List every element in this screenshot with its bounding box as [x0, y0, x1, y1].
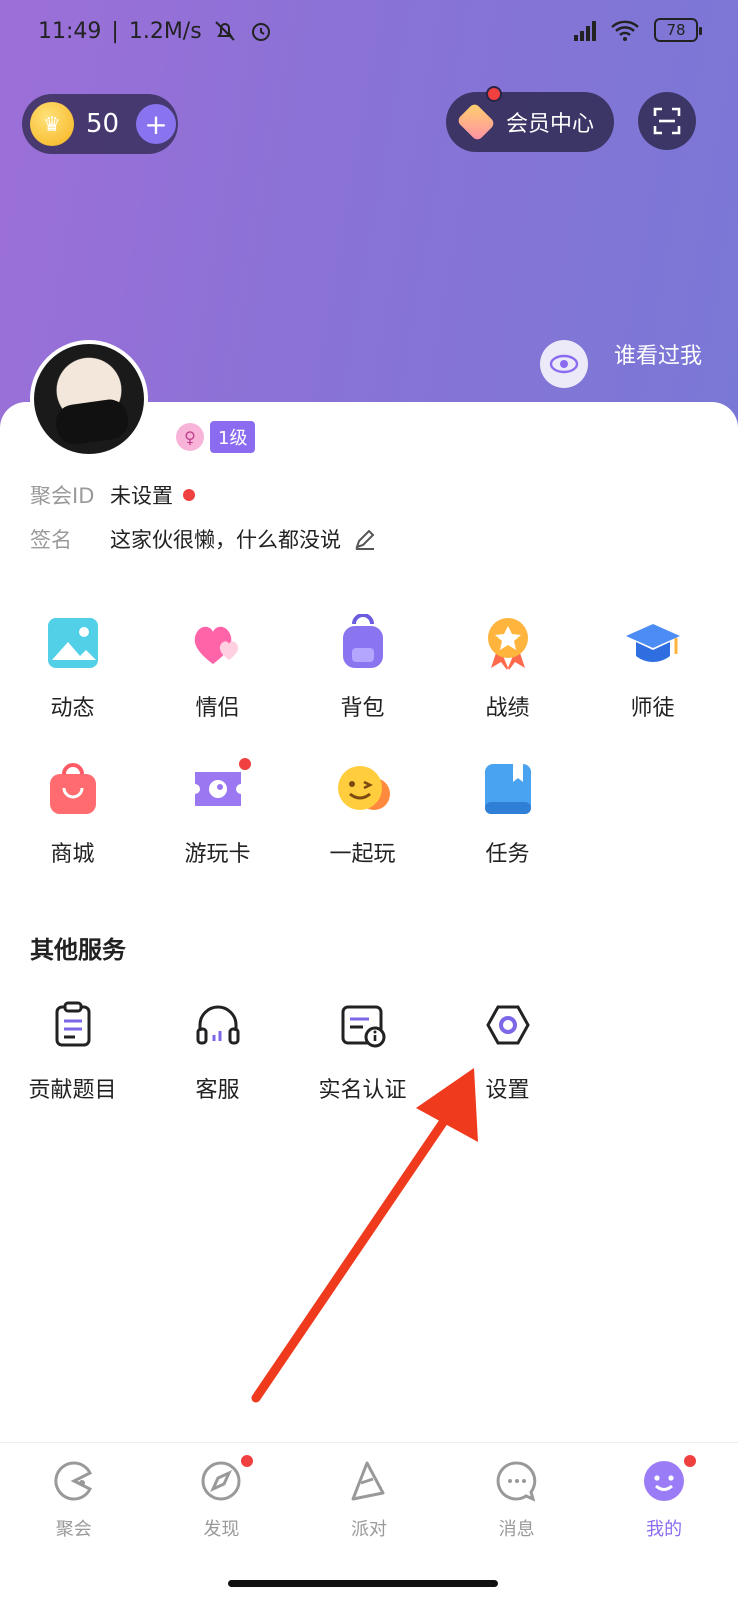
- me-notification-dot: [682, 1453, 699, 1469]
- chat-bubble-icon: [493, 1457, 541, 1505]
- avatar-image: [34, 344, 144, 454]
- gender-female-icon: ♀: [176, 423, 204, 451]
- feature-couple[interactable]: 情侣: [145, 614, 290, 722]
- bottom-nav: 聚会 发现 派对 消息 我的: [0, 1442, 738, 1600]
- level-badge: 1级: [210, 421, 256, 453]
- vip-heart-icon: [456, 102, 496, 142]
- service-real-name-verification[interactable]: 实名认证: [290, 996, 435, 1104]
- headset-icon: [189, 996, 247, 1054]
- feature-label: 动态: [50, 696, 95, 721]
- feature-label: 商城: [50, 842, 95, 867]
- vip-center-label: 会员中心: [506, 112, 595, 137]
- backpack-icon: [334, 614, 392, 672]
- service-contribute-question[interactable]: 贡献题目: [0, 996, 145, 1104]
- vip-notification-dot: [486, 86, 502, 102]
- id-row[interactable]: 聚会ID 未设置: [30, 480, 195, 510]
- feature-mentor[interactable]: 师徒: [580, 614, 725, 722]
- nav-discover[interactable]: 发现: [148, 1443, 296, 1600]
- coin-balance[interactable]: ♛ 50 +: [22, 94, 178, 154]
- feature-grid-row-2: 商城 游玩卡 一起玩 任务: [0, 756, 738, 868]
- service-customer-support[interactable]: 客服: [145, 996, 290, 1104]
- clipboard-icon: [44, 996, 102, 1054]
- service-label: 客服: [195, 1078, 240, 1103]
- feature-label: 情侣: [195, 696, 240, 721]
- ticket-icon: [189, 756, 253, 818]
- nav-label: 聚会: [55, 1519, 92, 1540]
- hd-signal-icon: [574, 19, 596, 41]
- add-coins-button[interactable]: +: [136, 104, 176, 144]
- shopping-bag-icon: [44, 760, 102, 818]
- discover-notification-dot: [239, 1453, 256, 1469]
- feature-grid-row-1: 动态 情侣 背包 战绩 师徒: [0, 614, 738, 722]
- nav-label: 派对: [350, 1519, 387, 1540]
- wifi-icon: [611, 20, 639, 41]
- feature-label: 战绩: [485, 696, 530, 721]
- mute-bell-icon: [214, 21, 235, 41]
- coin-count: 50: [86, 109, 120, 139]
- id-key: 聚会ID: [30, 484, 95, 508]
- feature-label: 师徒: [630, 696, 675, 721]
- nav-party-home[interactable]: 聚会: [0, 1443, 148, 1600]
- status-divider: |: [111, 18, 119, 44]
- edit-pencil-icon[interactable]: [353, 527, 377, 551]
- feature-tasks[interactable]: 任务: [435, 760, 580, 868]
- visitor-label[interactable]: 谁看过我: [614, 338, 702, 370]
- pacman-icon: [50, 1457, 98, 1505]
- other-services-grid: 贡献题目 客服 实名认证 设置: [0, 996, 738, 1104]
- nav-messages[interactable]: 消息: [443, 1443, 591, 1600]
- visitor-eye-button[interactable]: [540, 340, 588, 388]
- party-hat-icon: [345, 1457, 393, 1505]
- eye-icon: [549, 354, 579, 374]
- feature-label: 一起玩: [329, 842, 396, 867]
- scan-icon: [653, 107, 681, 135]
- service-label: 实名认证: [318, 1078, 407, 1103]
- feature-store[interactable]: 商城: [0, 760, 145, 868]
- nav-label: 发现: [203, 1519, 240, 1540]
- nav-label: 我的: [646, 1519, 683, 1540]
- level-badge-group: ♀ 1级: [176, 421, 256, 453]
- nav-party[interactable]: 派对: [295, 1443, 443, 1600]
- alarm-icon: [251, 23, 270, 41]
- play-card-notification-dot: [236, 756, 253, 772]
- service-label: 设置: [485, 1078, 530, 1103]
- feature-dynamic[interactable]: 动态: [0, 614, 145, 722]
- status-time: 11:49: [38, 18, 102, 44]
- me-face-icon: [640, 1453, 699, 1505]
- other-services-title: 其他服务: [30, 936, 126, 964]
- status-speed: 1.2M/s: [128, 18, 202, 44]
- nav-me[interactable]: 我的: [590, 1443, 738, 1600]
- id-value: 未设置: [110, 484, 173, 508]
- signature-key: 签名: [30, 528, 72, 552]
- signature-value: 这家伙很懒，什么都没说: [110, 528, 341, 552]
- signature-row[interactable]: 签名 这家伙很懒，什么都没说: [30, 524, 377, 554]
- feature-label: 游玩卡: [184, 842, 251, 867]
- scan-button[interactable]: [638, 92, 696, 150]
- id-card-icon: [334, 996, 392, 1054]
- avatar[interactable]: [30, 340, 148, 458]
- photo-icon: [44, 614, 102, 672]
- home-indicator[interactable]: [228, 1580, 498, 1587]
- feature-backpack[interactable]: 背包: [290, 614, 435, 722]
- feature-record[interactable]: 战绩: [435, 614, 580, 722]
- hearts-icon: [189, 614, 247, 672]
- service-settings[interactable]: 设置: [435, 996, 580, 1104]
- settings-hexagon-icon: [479, 996, 537, 1054]
- service-label: 贡献题目: [28, 1078, 117, 1103]
- graduation-cap-icon: [624, 614, 682, 672]
- id-notification-dot: [183, 489, 195, 501]
- status-bar: 11:49 | 1.2M/s 78: [0, 14, 738, 50]
- vip-center-button[interactable]: 会员中心: [446, 86, 614, 152]
- feature-label: 背包: [340, 696, 385, 721]
- coin-crown-icon: ♛: [30, 102, 74, 146]
- task-book-icon: [479, 760, 537, 818]
- compass-icon: [197, 1453, 256, 1505]
- feature-play-card[interactable]: 游玩卡: [145, 756, 290, 868]
- battery-icon: 78: [654, 18, 702, 42]
- medal-icon: [479, 614, 537, 672]
- smile-wink-icon: [334, 760, 392, 818]
- nav-label: 消息: [498, 1519, 535, 1540]
- feature-label: 任务: [485, 842, 530, 867]
- feature-play-together[interactable]: 一起玩: [290, 760, 435, 868]
